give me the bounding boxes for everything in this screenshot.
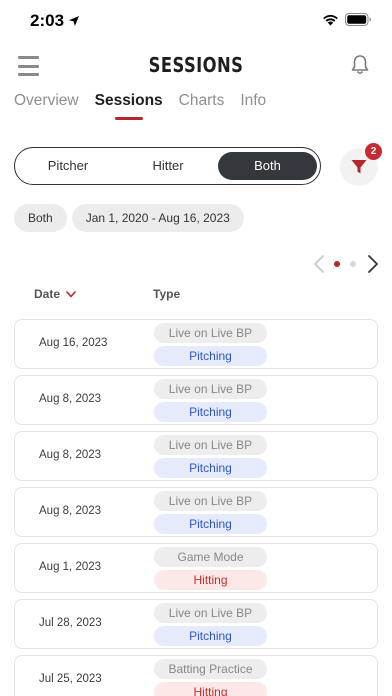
session-category-badge: Pitching xyxy=(154,514,267,534)
session-row[interactable]: Aug 1, 2023 Game Mode Hitting xyxy=(14,543,378,593)
session-mode-badge: Live on Live BP xyxy=(154,603,267,623)
session-row[interactable]: Aug 8, 2023 Live on Live BP Pitching xyxy=(14,375,378,425)
session-row[interactable]: Aug 16, 2023 Live on Live BP Pitching xyxy=(14,319,378,369)
page-indicator xyxy=(312,254,382,274)
segment-both[interactable]: Both xyxy=(218,152,317,180)
chevron-left-icon[interactable] xyxy=(312,254,326,274)
chevron-right-icon[interactable] xyxy=(366,254,380,274)
session-mode-badge: Live on Live BP xyxy=(154,379,267,399)
session-mode-badge: Game Mode xyxy=(154,547,267,567)
session-mode-badge: Live on Live BP xyxy=(154,323,267,343)
sessions-list: Aug 16, 2023 Live on Live BP Pitching Au… xyxy=(14,319,378,696)
status-bar: 2:03 xyxy=(0,0,392,44)
filter-count-badge: 2 xyxy=(365,143,382,160)
session-mode-badge: Live on Live BP xyxy=(154,435,267,455)
session-date: Aug 16, 2023 xyxy=(39,337,108,349)
chip-date-range[interactable]: Jan 1, 2020 - Aug 16, 2023 xyxy=(71,204,244,232)
status-time: 2:03 xyxy=(30,11,65,30)
page-title: SESSIONS xyxy=(148,53,244,77)
active-filter-chips: Both Jan 1, 2020 - Aug 16, 2023 xyxy=(14,204,244,232)
status-indicators xyxy=(322,13,372,26)
status-time-group: 2:03 xyxy=(30,11,80,31)
location-arrow-icon xyxy=(69,16,80,26)
session-row[interactable]: Jul 28, 2023 Live on Live BP Pitching xyxy=(14,599,378,649)
battery-icon xyxy=(345,13,371,26)
tab-sessions[interactable]: Sessions xyxy=(95,92,163,120)
column-header-date[interactable]: Date xyxy=(34,287,76,301)
session-category-badge: Pitching xyxy=(154,346,267,366)
session-mode-badge: Batting Practice xyxy=(154,659,267,679)
tab-overview[interactable]: Overview xyxy=(14,92,79,118)
session-row[interactable]: Aug 8, 2023 Live on Live BP Pitching xyxy=(14,487,378,537)
session-category-badge: Pitching xyxy=(154,626,267,646)
column-header-date-label: Date xyxy=(34,287,61,301)
chevron-down-icon xyxy=(66,290,76,297)
chip-role[interactable]: Both xyxy=(14,204,67,232)
session-date: Aug 8, 2023 xyxy=(39,449,102,461)
segment-pitcher[interactable]: Pitcher xyxy=(18,152,118,180)
tab-charts[interactable]: Charts xyxy=(179,92,225,118)
session-row[interactable]: Jul 25, 2023 Batting Practice Hitting xyxy=(14,655,378,696)
role-segmented-control: Pitcher Hitter Both xyxy=(14,147,321,185)
session-date: Jul 28, 2023 xyxy=(39,617,102,629)
page-dot-active xyxy=(334,261,340,267)
session-category-badge: Hitting xyxy=(154,682,267,696)
session-category-badge: Hitting xyxy=(154,570,267,590)
session-row[interactable]: Aug 8, 2023 Live on Live BP Pitching xyxy=(14,431,378,481)
column-header-type: Type xyxy=(153,287,181,301)
session-category-badge: Pitching xyxy=(154,402,267,422)
wifi-icon xyxy=(323,14,338,25)
session-date: Aug 8, 2023 xyxy=(39,505,102,517)
session-date: Aug 1, 2023 xyxy=(39,561,102,573)
tab-bar: Overview Sessions Charts Info xyxy=(14,92,266,120)
session-mode-badge: Live on Live BP xyxy=(154,491,267,511)
tab-info[interactable]: Info xyxy=(240,92,266,118)
nav-bar: SESSIONS xyxy=(0,44,392,88)
bell-icon[interactable] xyxy=(350,54,370,76)
segment-hitter[interactable]: Hitter xyxy=(118,152,218,180)
page-dot xyxy=(350,261,356,267)
funnel-filter-icon xyxy=(351,160,367,174)
session-date: Jul 25, 2023 xyxy=(39,673,102,685)
session-date: Aug 8, 2023 xyxy=(39,393,102,405)
session-category-badge: Pitching xyxy=(154,458,267,478)
